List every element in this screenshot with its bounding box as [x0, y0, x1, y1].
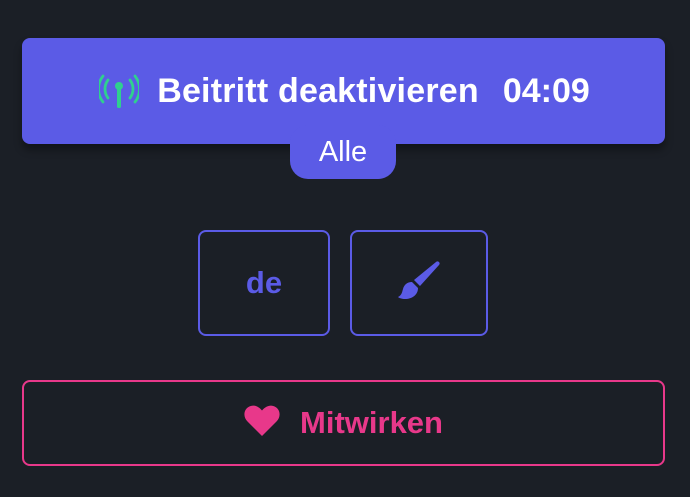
join-timer: 04:09	[502, 71, 590, 110]
contribute-label: Mitwirken	[300, 405, 443, 440]
heart-icon	[244, 405, 280, 442]
scope-pill[interactable]: Alle	[290, 125, 396, 179]
antenna-icon	[97, 69, 141, 113]
language-button[interactable]: de	[198, 230, 330, 336]
contribute-button[interactable]: Mitwirken	[22, 380, 665, 466]
scope-label: Alle	[318, 135, 368, 168]
disable-join-label: Beitritt deaktivieren	[157, 71, 479, 110]
theme-button[interactable]	[350, 230, 488, 336]
language-label: de	[245, 265, 283, 300]
paintbrush-icon	[396, 258, 442, 309]
